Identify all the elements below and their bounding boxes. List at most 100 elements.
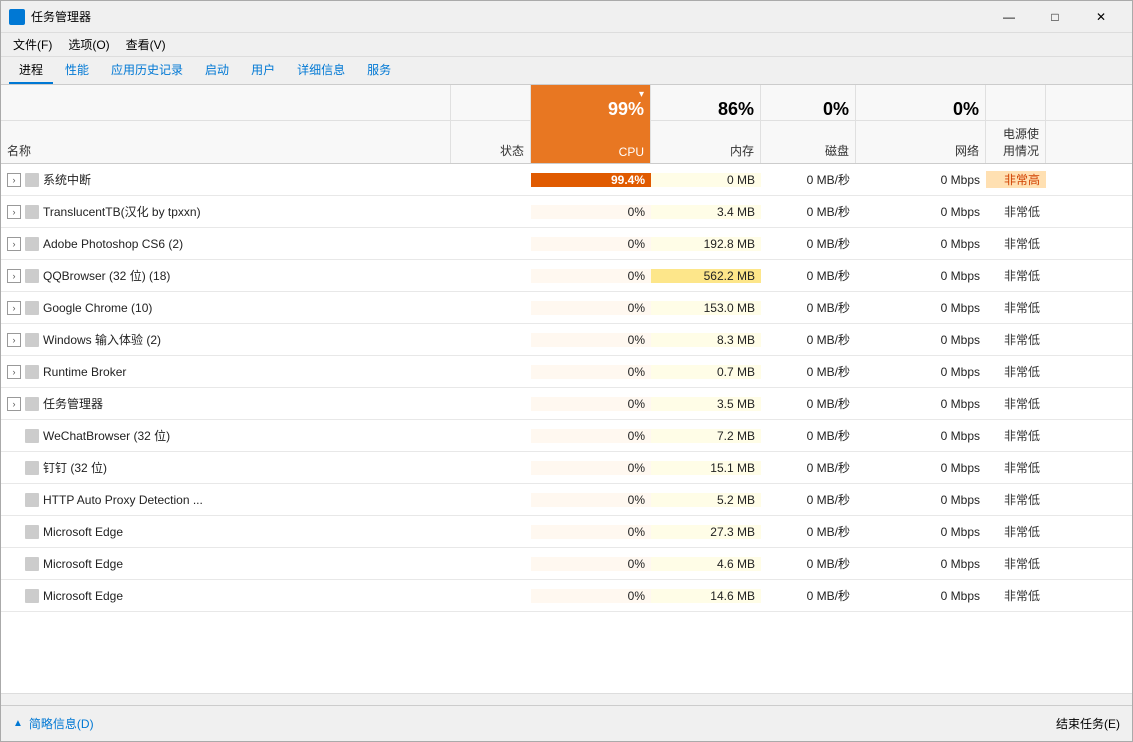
- process-name-label: Microsoft Edge: [43, 589, 123, 603]
- minimize-button[interactable]: —: [986, 1, 1032, 33]
- summary-label: 简略信息(D): [29, 715, 94, 732]
- table-row[interactable]: WeChatBrowser (32 位)0%7.2 MB0 MB/秒0 Mbps…: [1, 420, 1132, 452]
- header-mem-top[interactable]: 86%: [651, 85, 761, 122]
- menu-options[interactable]: 选项(O): [60, 34, 117, 55]
- process-disk-cell: 0 MB/秒: [761, 203, 856, 220]
- table-row[interactable]: Microsoft Edge0%4.6 MB0 MB/秒0 Mbps非常低: [1, 548, 1132, 580]
- process-network-cell: 0 Mbps: [856, 493, 986, 507]
- process-name-label: HTTP Auto Proxy Detection ...: [43, 493, 203, 507]
- process-power-cell: 非常低: [986, 587, 1046, 604]
- header-network[interactable]: 网络: [856, 121, 986, 163]
- process-mem-cell: 3.5 MB: [651, 397, 761, 411]
- close-button[interactable]: ✕: [1078, 1, 1124, 33]
- process-mem-cell: 0 MB: [651, 173, 761, 187]
- table-row[interactable]: ›任务管理器0%3.5 MB0 MB/秒0 Mbps非常低: [1, 388, 1132, 420]
- expand-button[interactable]: ›: [7, 301, 21, 315]
- process-network-cell: 0 Mbps: [856, 461, 986, 475]
- process-name-cell: ›Runtime Broker: [1, 365, 451, 379]
- process-name-cell: Microsoft Edge: [1, 557, 451, 571]
- header-power[interactable]: 电源使用情况: [986, 121, 1046, 163]
- table-row[interactable]: ›Google Chrome (10)0%153.0 MB0 MB/秒0 Mbp…: [1, 292, 1132, 324]
- tab-performance[interactable]: 性能: [55, 57, 99, 84]
- table-row[interactable]: Microsoft Edge0%14.6 MB0 MB/秒0 Mbps非常低: [1, 580, 1132, 612]
- window-title: 任务管理器: [31, 8, 986, 25]
- process-cpu-cell: 0%: [531, 589, 651, 603]
- process-disk-cell: 0 MB/秒: [761, 171, 856, 188]
- process-icon: [25, 493, 39, 507]
- expand-button[interactable]: ›: [7, 333, 21, 347]
- tab-services[interactable]: 服务: [357, 57, 401, 84]
- table-row[interactable]: 钉钉 (32 位)0%15.1 MB0 MB/秒0 Mbps非常低: [1, 452, 1132, 484]
- table-row[interactable]: ›Windows 输入体验 (2)0%8.3 MB0 MB/秒0 Mbps非常低: [1, 324, 1132, 356]
- process-power-cell: 非常低: [986, 299, 1046, 316]
- header-name[interactable]: 名称: [1, 121, 451, 163]
- process-power-cell: 非常低: [986, 427, 1046, 444]
- process-mem-cell: 3.4 MB: [651, 205, 761, 219]
- tab-startup[interactable]: 启动: [195, 57, 239, 84]
- tab-processes[interactable]: 进程: [9, 57, 53, 84]
- table-row[interactable]: ›TranslucentTB(汉化 by tpxxn)0%3.4 MB0 MB/…: [1, 196, 1132, 228]
- table-row[interactable]: ›QQBrowser (32 位) (18)0%562.2 MB0 MB/秒0 …: [1, 260, 1132, 292]
- tab-details[interactable]: 详细信息: [287, 57, 355, 84]
- process-power-cell: 非常低: [986, 523, 1046, 540]
- process-table-body[interactable]: ›系统中断99.4%0 MB0 MB/秒0 Mbps非常高›Translucen…: [1, 164, 1132, 693]
- table-row[interactable]: ›系统中断99.4%0 MB0 MB/秒0 Mbps非常高: [1, 164, 1132, 196]
- expand-button[interactable]: ›: [7, 365, 21, 379]
- column-header-bottom: 名称 状态 CPU 内存 磁盘 网络 电源使用情况: [1, 121, 1132, 164]
- header-mem[interactable]: 内存: [651, 121, 761, 163]
- process-name-cell: › Adobe Photoshop CS6 (2): [1, 237, 451, 251]
- process-disk-cell: 0 MB/秒: [761, 235, 856, 252]
- process-mem-cell: 27.3 MB: [651, 525, 761, 539]
- header-cpu[interactable]: CPU: [531, 121, 651, 163]
- process-power-cell: 非常低: [986, 395, 1046, 412]
- process-disk-cell: 0 MB/秒: [761, 331, 856, 348]
- maximize-button[interactable]: □: [1032, 1, 1078, 33]
- tab-app-history[interactable]: 应用历史记录: [101, 57, 193, 84]
- title-bar: 任务管理器 — □ ✕: [1, 1, 1132, 33]
- menu-file[interactable]: 文件(F): [5, 34, 60, 55]
- menu-bar: 文件(F) 选项(O) 查看(V): [1, 33, 1132, 57]
- header-disk-top[interactable]: 0%: [761, 85, 856, 122]
- header-cpu-top[interactable]: ▾ 99%: [531, 85, 651, 122]
- process-power-cell: 非常高: [986, 171, 1046, 188]
- process-icon: [25, 301, 39, 315]
- process-cpu-cell: 0%: [531, 365, 651, 379]
- window-controls: — □ ✕: [986, 1, 1124, 33]
- table-row[interactable]: Microsoft Edge0%27.3 MB0 MB/秒0 Mbps非常低: [1, 516, 1132, 548]
- process-name-label: Windows 输入体验 (2): [43, 331, 161, 348]
- process-name-cell: Microsoft Edge: [1, 525, 451, 539]
- process-power-cell: 非常低: [986, 235, 1046, 252]
- process-icon: [25, 173, 39, 187]
- status-bar-summary[interactable]: ▲ 简略信息(D): [13, 715, 94, 732]
- menu-view[interactable]: 查看(V): [118, 34, 174, 55]
- process-cpu-cell: 0%: [531, 461, 651, 475]
- process-name-label: 任务管理器: [43, 395, 103, 412]
- tab-bar: 进程 性能 应用历史记录 启动 用户 详细信息 服务: [1, 57, 1132, 85]
- table-row[interactable]: ›Adobe Photoshop CS6 (2)0%192.8 MB0 MB/秒…: [1, 228, 1132, 260]
- horizontal-scrollbar[interactable]: [1, 693, 1132, 705]
- process-disk-cell: 0 MB/秒: [761, 459, 856, 476]
- expand-button[interactable]: ›: [7, 237, 21, 251]
- process-mem-cell: 0.7 MB: [651, 365, 761, 379]
- process-icon: [25, 333, 39, 347]
- process-cpu-cell: 0%: [531, 205, 651, 219]
- header-network-top[interactable]: 0%: [856, 85, 986, 122]
- process-icon: [25, 269, 39, 283]
- expand-button[interactable]: ›: [7, 397, 21, 411]
- table-row[interactable]: HTTP Auto Proxy Detection ...0%5.2 MB0 M…: [1, 484, 1132, 516]
- expand-button[interactable]: ›: [7, 269, 21, 283]
- process-name-cell: HTTP Auto Proxy Detection ...: [1, 493, 451, 507]
- header-status[interactable]: 状态: [451, 121, 531, 163]
- process-name-label: WeChatBrowser (32 位): [43, 427, 170, 444]
- process-name-label: Adobe Photoshop CS6 (2): [43, 237, 183, 251]
- tab-users[interactable]: 用户: [241, 57, 285, 84]
- end-task-button[interactable]: 结束任务(E): [1056, 715, 1120, 732]
- process-mem-cell: 15.1 MB: [651, 461, 761, 475]
- expand-button[interactable]: ›: [7, 205, 21, 219]
- process-icon: [25, 397, 39, 411]
- mem-pct: 86%: [718, 100, 754, 118]
- expand-button[interactable]: ›: [7, 173, 21, 187]
- header-disk[interactable]: 磁盘: [761, 121, 856, 163]
- process-icon: [25, 237, 39, 251]
- table-row[interactable]: ›Runtime Broker0%0.7 MB0 MB/秒0 Mbps非常低: [1, 356, 1132, 388]
